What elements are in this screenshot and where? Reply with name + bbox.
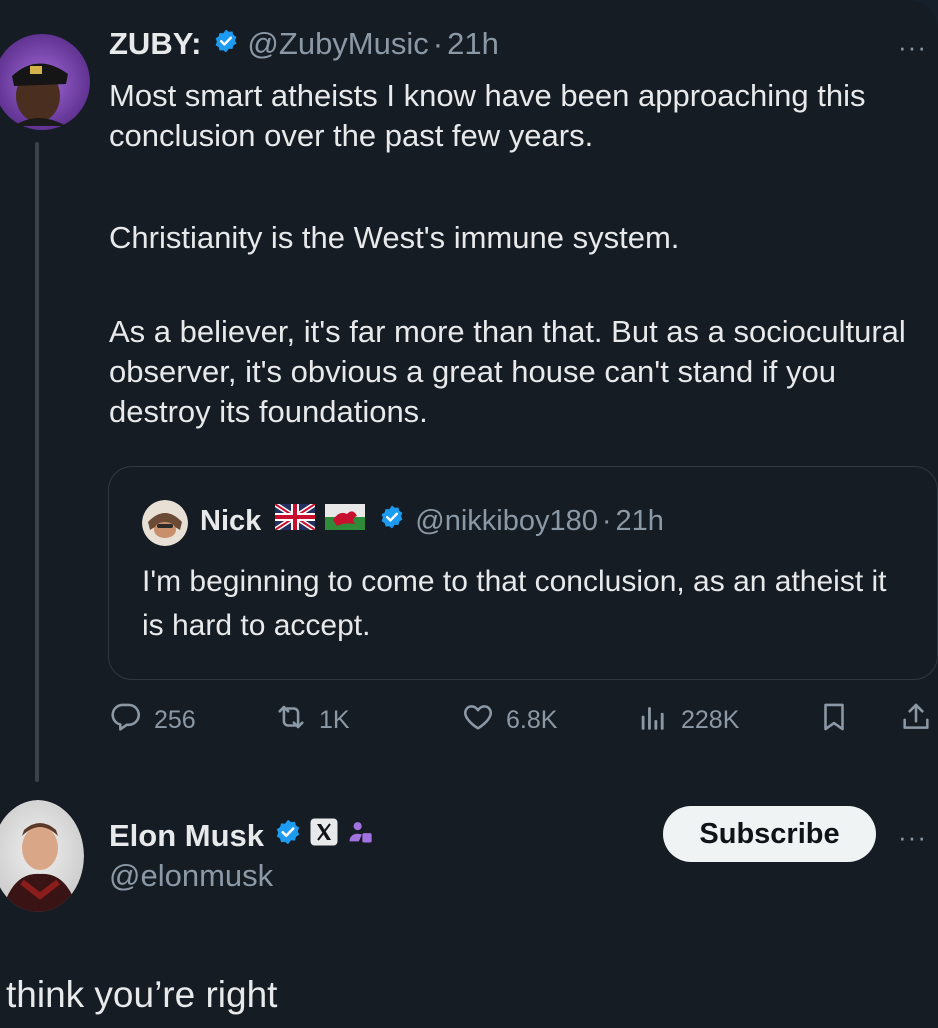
- reply-count: 256: [154, 706, 196, 734]
- main-tweet-header: ZUBY: @ZubyMusic · 21h: [109, 22, 499, 66]
- uk-flag-icon: [273, 501, 317, 538]
- tweet-paragraph-3: As a believer, it's far more than that. …: [109, 314, 906, 429]
- reply-author-name[interactable]: Elon Musk: [109, 818, 264, 854]
- wales-flag-icon: [325, 504, 366, 538]
- verified-icon: [379, 504, 405, 538]
- separator-dot: ·: [432, 26, 444, 61]
- bookmark-icon: [816, 700, 852, 741]
- repost-button[interactable]: 1K: [273, 700, 350, 741]
- views-count: 228K: [681, 706, 740, 734]
- views-icon: [635, 700, 671, 741]
- reply-icon: [108, 700, 144, 741]
- x-affiliate-icon[interactable]: [310, 818, 338, 854]
- quoted-author-name: Nick: [200, 504, 262, 537]
- more-options-icon[interactable]: ···: [898, 32, 927, 63]
- separator-dot: ·: [601, 504, 612, 537]
- tweet-action-bar: 256 1K 6.8K 228K: [108, 700, 938, 740]
- like-button[interactable]: 6.8K: [460, 700, 557, 741]
- tweet-paragraph-1: Most smart atheists I know have been app…: [109, 78, 866, 153]
- quoted-tweet-time: 21h: [615, 504, 664, 537]
- quoted-author-handle: @nikkiboy180: [415, 504, 598, 537]
- parody-badge-icon: [346, 818, 374, 854]
- reply-author-handle[interactable]: @elonmusk: [109, 858, 273, 894]
- like-icon: [460, 700, 496, 741]
- repost-icon: [273, 700, 309, 741]
- repost-count: 1K: [319, 706, 350, 734]
- quoted-tweet-text: I'm beginning to come to that conclusion…: [142, 565, 887, 642]
- verified-icon: [213, 26, 239, 62]
- bookmark-button[interactable]: [816, 700, 852, 741]
- share-button[interactable]: [898, 700, 934, 741]
- views-button[interactable]: 228K: [635, 700, 739, 741]
- tweet-time[interactable]: 21h: [447, 26, 499, 62]
- thread-connector-line: [35, 142, 39, 782]
- reply-text: think you’re right: [6, 974, 278, 1015]
- quoted-tweet-header: Nick @nikkiboy180 · 21h: [200, 500, 664, 542]
- share-icon: [898, 700, 934, 741]
- more-options-icon[interactable]: ···: [898, 822, 927, 853]
- subscribe-button[interactable]: Subscribe: [663, 806, 876, 862]
- reply-author-header: Elon Musk: [109, 814, 374, 858]
- tweet-paragraph-2: Christianity is the West's immune system…: [109, 220, 680, 255]
- reply-button[interactable]: 256: [108, 700, 196, 741]
- like-count: 6.8K: [506, 706, 558, 734]
- nick-avatar[interactable]: [142, 500, 188, 546]
- author-name[interactable]: ZUBY:: [109, 26, 201, 62]
- verified-icon: [274, 818, 302, 854]
- author-handle[interactable]: @ZubyMusic: [247, 26, 428, 62]
